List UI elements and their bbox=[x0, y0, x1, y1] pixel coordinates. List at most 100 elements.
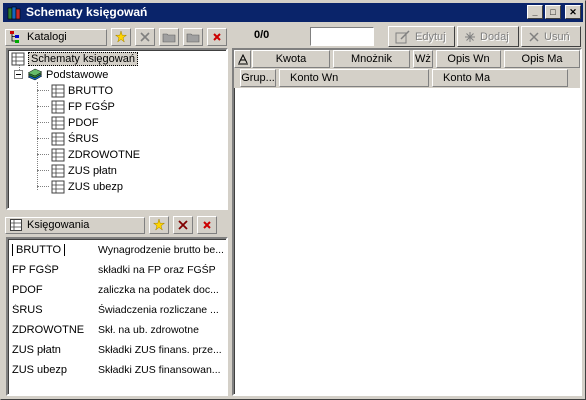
cancel-catalog-button[interactable] bbox=[135, 28, 155, 46]
tree-folder[interactable]: Podstawowe bbox=[14, 67, 108, 83]
delete-x-icon bbox=[203, 221, 211, 229]
minimize-button[interactable]: _ bbox=[527, 5, 543, 19]
list-item-desc: Składki ZUS finans. prze... bbox=[98, 344, 222, 356]
tree-item[interactable]: BRUTTO bbox=[51, 83, 113, 99]
column-kwota[interactable]: Kwota bbox=[252, 50, 330, 68]
add-button[interactable]: Dodaj bbox=[457, 26, 519, 47]
list-item[interactable]: ŚRUS Świadczenia rozliczane ... bbox=[10, 300, 226, 320]
list-item-desc: Skł. na ub. zdrowotne bbox=[98, 324, 199, 336]
tree-item[interactable]: ZUS płatn bbox=[51, 163, 117, 179]
close-window-button[interactable]: ✕ bbox=[565, 5, 581, 19]
title-bar[interactable]: Schematy księgowań _ □ ✕ bbox=[3, 3, 583, 22]
tree-item[interactable]: FP FGŚP bbox=[51, 99, 115, 115]
search-input[interactable] bbox=[310, 27, 374, 46]
schema-grid-icon bbox=[51, 116, 65, 130]
schema-grid-icon bbox=[51, 100, 65, 114]
tree-line bbox=[37, 122, 49, 123]
list-item-desc: zaliczka na podatek doc... bbox=[98, 284, 219, 296]
grid-header-row-1: Kwota Mnożnik Wż Opis Wn Opis Ma bbox=[234, 50, 580, 69]
postings-grid[interactable]: Kwota Mnożnik Wż Opis Wn Opis Ma Grup...… bbox=[232, 48, 582, 396]
books-folder-icon bbox=[27, 68, 43, 81]
list-item-code: ŚRUS bbox=[12, 304, 43, 316]
add-star-icon bbox=[465, 31, 475, 42]
column-label: Konto Ma bbox=[443, 72, 491, 84]
column-label: Konto Wn bbox=[290, 72, 339, 84]
tree-item-label: ZUS ubezp bbox=[68, 181, 124, 193]
column-grupa[interactable]: Grup... bbox=[240, 69, 276, 87]
new-catalog-button[interactable] bbox=[111, 28, 131, 46]
tree-line bbox=[37, 90, 49, 91]
delete-posting-button[interactable] bbox=[197, 216, 217, 234]
tree-line bbox=[37, 138, 49, 139]
window-title: Schematy księgowań bbox=[26, 5, 148, 19]
catalog-tree[interactable]: Schematy księgowań Podstawowe BRUTTO FP … bbox=[6, 48, 228, 210]
column-label: Mnożnik bbox=[351, 53, 392, 65]
tree-item[interactable]: ZDROWOTNE bbox=[51, 147, 140, 163]
list-item[interactable]: PDOF zaliczka na podatek doc... bbox=[10, 280, 226, 300]
column-label: Grup... bbox=[241, 72, 275, 84]
catalog-header: Katalogi bbox=[5, 28, 227, 46]
list-item-desc: Wynagrodzenie brutto be... bbox=[98, 244, 224, 256]
cancel-posting-button[interactable] bbox=[173, 216, 193, 234]
tree-line bbox=[37, 186, 49, 187]
schema-grid-icon bbox=[11, 52, 25, 66]
delete-catalog-button[interactable] bbox=[207, 28, 227, 46]
tree-root-label: Schematy księgowań bbox=[28, 52, 138, 66]
list-item-code: ZUS płatn bbox=[12, 344, 61, 356]
maximize-button[interactable]: □ bbox=[545, 5, 561, 19]
new-star-icon bbox=[114, 30, 128, 43]
column-label: Wż bbox=[415, 53, 431, 65]
column-opis-ma[interactable]: Opis Ma bbox=[504, 50, 580, 68]
tree-line bbox=[37, 170, 49, 171]
list-item-desc: Składki ZUS finansowan... bbox=[98, 364, 221, 376]
folder-icon bbox=[162, 33, 176, 43]
delete-disabled-icon bbox=[529, 31, 539, 42]
new-posting-button[interactable] bbox=[149, 216, 169, 234]
delete-button[interactable]: Usuń bbox=[521, 26, 581, 47]
x-disabled-icon bbox=[140, 32, 150, 42]
tree-item-label: ZUS płatn bbox=[68, 165, 117, 177]
tree-item[interactable]: PDOF bbox=[51, 115, 99, 131]
grid-header-row-2: Grup... Konto Wn Konto Ma bbox=[234, 69, 580, 88]
grid-settings-icon[interactable] bbox=[234, 50, 251, 68]
record-counter: 0/0 bbox=[254, 29, 270, 41]
list-item-code: ZDROWOTNE bbox=[12, 324, 85, 336]
tree-item-label: FP FGŚP bbox=[68, 101, 115, 113]
folder-icon-2 bbox=[186, 33, 200, 43]
list-item[interactable]: ZDROWOTNE Skł. na ub. zdrowotne bbox=[10, 320, 226, 340]
list-item-desc: Świadczenia rozliczane ... bbox=[98, 304, 219, 316]
list-item-code: FP FGŚP bbox=[12, 264, 59, 276]
collapse-minus-icon[interactable] bbox=[14, 70, 24, 80]
list-item-code: PDOF bbox=[12, 284, 43, 296]
list-item[interactable]: FP FGŚP składki na FP oraz FGŚP bbox=[10, 260, 226, 280]
delete-x-icon bbox=[213, 33, 221, 41]
column-wz[interactable]: Wż bbox=[413, 50, 433, 68]
tree-item-label: ŚRUS bbox=[68, 133, 99, 145]
postings-list[interactable]: BRUTTO Wynagrodzenie brutto be... FP FGŚ… bbox=[6, 237, 228, 396]
list-item[interactable]: ZUS płatn Składki ZUS finans. prze... bbox=[10, 340, 226, 360]
books-app-icon bbox=[7, 6, 21, 19]
tree-line bbox=[37, 82, 38, 190]
tree-line bbox=[37, 154, 49, 155]
schema-grid-icon bbox=[51, 132, 65, 146]
new-star-icon bbox=[152, 218, 166, 231]
list-item-desc: składki na FP oraz FGŚP bbox=[98, 264, 216, 276]
postings-grid-icon bbox=[10, 219, 22, 231]
tree-root[interactable]: Schematy księgowań bbox=[11, 51, 138, 67]
column-mnoznik[interactable]: Mnożnik bbox=[333, 50, 410, 68]
move-folder-button[interactable] bbox=[183, 28, 203, 46]
edit-button[interactable]: Edytuj bbox=[388, 26, 455, 47]
list-item[interactable]: ZUS ubezp Składki ZUS finansowan... bbox=[10, 360, 226, 380]
column-label: Opis Wn bbox=[447, 53, 490, 65]
catalog-caption-label: Katalogi bbox=[27, 31, 67, 43]
column-konto-ma[interactable]: Konto Ma bbox=[432, 69, 568, 87]
column-opis-wn[interactable]: Opis Wn bbox=[436, 50, 501, 68]
list-item[interactable]: BRUTTO Wynagrodzenie brutto be... bbox=[10, 240, 226, 260]
open-folder-button[interactable] bbox=[159, 28, 179, 46]
tree-item[interactable]: ZUS ubezp bbox=[51, 179, 123, 195]
delete-button-label: Usuń bbox=[544, 30, 570, 43]
catalog-caption: Katalogi bbox=[5, 28, 107, 46]
tree-item-label: ZDROWOTNE bbox=[68, 149, 141, 161]
column-konto-wn[interactable]: Konto Wn bbox=[279, 69, 429, 87]
tree-item[interactable]: ŚRUS bbox=[51, 131, 99, 147]
